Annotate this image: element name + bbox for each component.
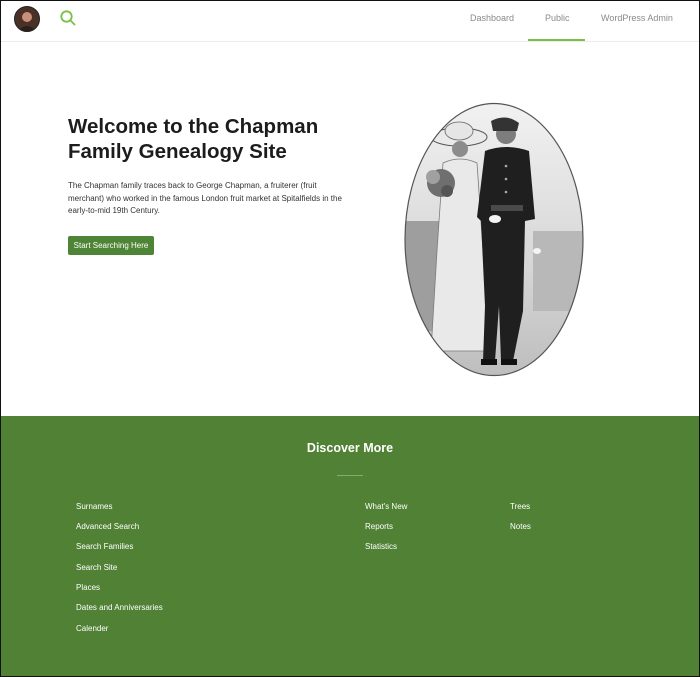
link-whats-new[interactable]: What's New: [365, 502, 407, 511]
link-calender[interactable]: Calender: [76, 624, 108, 633]
link-reports[interactable]: Reports: [365, 522, 393, 531]
top-navigation-bar: Dashboard Public WordPress Admin: [1, 1, 699, 42]
nav-wordpress-admin[interactable]: WordPress Admin: [601, 13, 673, 23]
page: Dashboard Public WordPress Admin Welcome…: [0, 0, 700, 677]
user-avatar[interactable]: [14, 6, 40, 32]
start-searching-button[interactable]: Start Searching Here: [68, 236, 154, 255]
hero-description: The Chapman family traces back to George…: [68, 181, 342, 215]
link-search-families[interactable]: Search Families: [76, 542, 133, 551]
nav-public[interactable]: Public: [545, 13, 570, 23]
family-portrait-image: [403, 101, 585, 378]
page-title: Welcome to the Chapman Family Genealogy …: [68, 115, 319, 163]
link-notes[interactable]: Notes: [510, 522, 531, 531]
active-nav-indicator: [528, 39, 585, 41]
link-surnames[interactable]: Surnames: [76, 502, 112, 511]
search-icon[interactable]: [59, 9, 77, 27]
discover-more-section: Discover More Surnames Advanced Search S…: [1, 416, 699, 676]
link-advanced-search[interactable]: Advanced Search: [76, 522, 139, 531]
link-dates-and-anniversaries[interactable]: Dates and Anniversaries: [76, 603, 163, 612]
nav-dashboard[interactable]: Dashboard: [470, 13, 514, 23]
link-search-site[interactable]: Search Site: [76, 563, 117, 572]
footer-divider: [337, 475, 363, 476]
discover-more-title: Discover More: [306, 441, 394, 455]
link-trees[interactable]: Trees: [510, 502, 530, 511]
link-places[interactable]: Places: [76, 583, 100, 592]
avatar-image: [15, 7, 39, 31]
link-statistics[interactable]: Statistics: [365, 542, 397, 551]
